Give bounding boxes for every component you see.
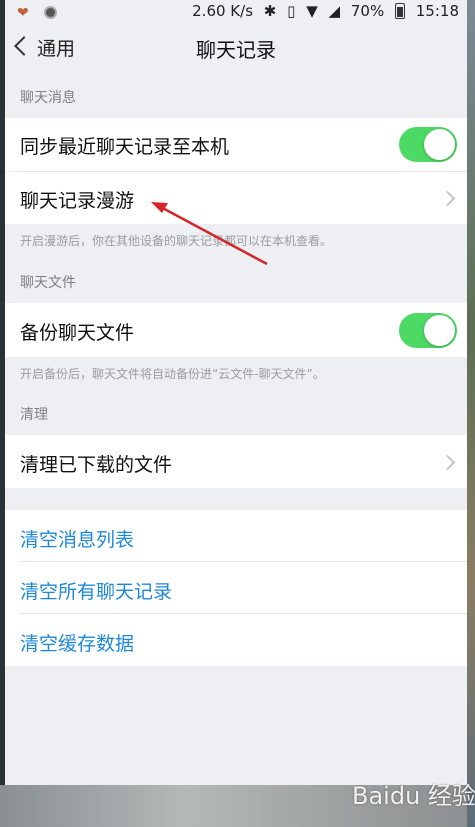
- desktop-right-strip: [467, 0, 475, 827]
- phone-screen: ❤ 2.60 K/s ✱ ▯ ▼ ◢ 70% 15:18 通用 聊天记录 聊天消…: [5, 0, 467, 785]
- arrow-shaft: [156, 203, 268, 266]
- watermark: Baidu 经验: [352, 782, 475, 810]
- annotation-arrow: [151, 202, 268, 266]
- arrow-head: [151, 202, 168, 213]
